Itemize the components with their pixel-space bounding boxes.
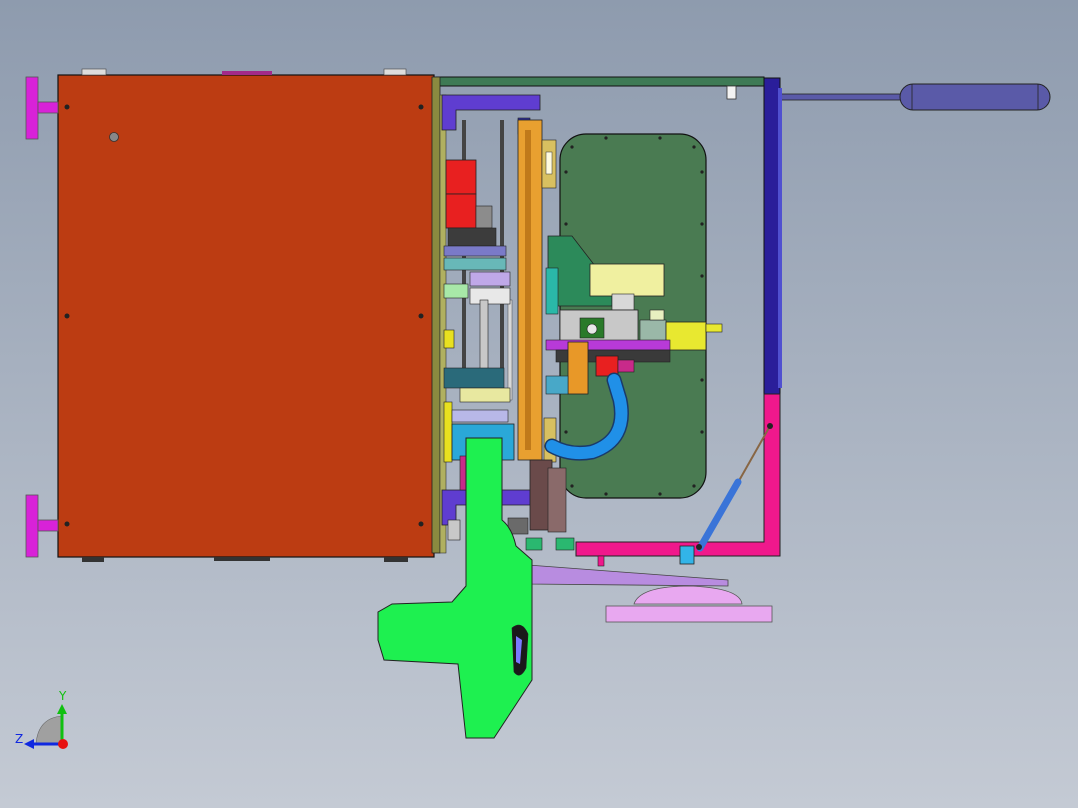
- mounting-plate[interactable]: [431, 76, 447, 554]
- cad-viewport[interactable]: Y Z: [0, 0, 1078, 808]
- y-axis-label: Y: [58, 689, 67, 703]
- side-frame[interactable]: [763, 77, 782, 395]
- handle[interactable]: [777, 83, 1051, 111]
- knob-top[interactable]: [25, 76, 59, 140]
- y-axis-arrow-icon: [57, 704, 67, 714]
- z-axis-arrow-icon: [24, 739, 34, 749]
- cad-model-svg[interactable]: Y Z: [0, 0, 1078, 808]
- z-axis-label: Z: [15, 732, 23, 746]
- pedal-base[interactable]: [527, 564, 773, 623]
- linear-rail[interactable]: [517, 119, 567, 533]
- red-motor[interactable]: [445, 159, 497, 247]
- cabinet[interactable]: [57, 68, 435, 562]
- coordinate-triad: Y Z: [15, 689, 68, 749]
- knob-bottom[interactable]: [25, 494, 59, 558]
- origin-dot: [58, 739, 68, 749]
- gas-spring[interactable]: [696, 423, 773, 552]
